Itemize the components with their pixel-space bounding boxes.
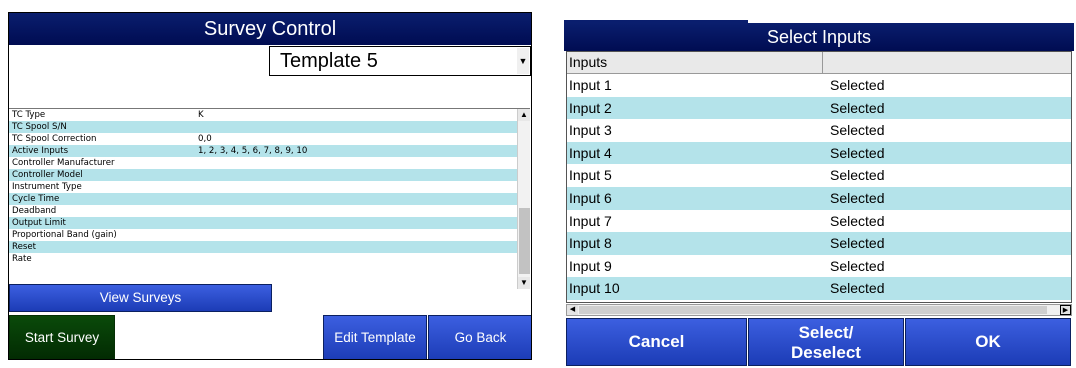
property-row[interactable]: Rate — [9, 253, 517, 265]
property-key: Deadband — [12, 206, 57, 216]
triangle-down-icon[interactable]: ▼ — [518, 277, 530, 289]
input-name: Input 2 — [569, 99, 612, 116]
properties-scrollbar[interactable]: ▲ ▼ — [517, 109, 530, 289]
table-row[interactable]: Input 4 Selected — [567, 141, 1071, 165]
table-row[interactable]: Input 2 Selected — [567, 96, 1071, 120]
table-row[interactable]: Input 6 Selected — [567, 186, 1071, 210]
input-status: Selected — [830, 280, 885, 297]
triangle-up-icon[interactable]: ▲ — [518, 109, 530, 121]
property-row[interactable]: TC Spool S/N — [9, 121, 517, 133]
input-name: Input 8 — [569, 235, 612, 252]
panel-title: Survey Control — [9, 13, 531, 45]
input-status: Selected — [830, 99, 885, 116]
table-row[interactable]: Input 8 Selected — [567, 232, 1071, 255]
input-name: Input 4 — [569, 144, 612, 161]
input-status: Selected — [830, 144, 885, 161]
cancel-button[interactable]: Cancel — [566, 318, 747, 366]
property-value: 1, 2, 3, 4, 5, 6, 7, 8, 9, 10 — [198, 146, 308, 156]
property-row[interactable]: Output Limit — [9, 217, 517, 229]
column-header-status[interactable] — [824, 52, 1071, 73]
input-status: Selected — [830, 167, 885, 184]
property-key: Rate — [12, 254, 32, 264]
chevron-down-icon[interactable]: ▼ — [517, 48, 529, 74]
input-status: Selected — [830, 212, 885, 229]
property-row[interactable]: Cycle Time — [9, 193, 517, 205]
input-name: Input 7 — [569, 212, 612, 229]
property-key: Controller Manufacturer — [12, 158, 115, 168]
triangle-left-icon[interactable]: ◀ — [567, 305, 578, 315]
table-row[interactable]: Input 1 Selected — [567, 74, 1071, 97]
property-value: K — [198, 110, 204, 120]
column-header-inputs[interactable]: Inputs — [567, 52, 823, 73]
input-name: Input 10 — [569, 280, 620, 297]
input-name: Input 5 — [569, 167, 612, 184]
property-key: TC Spool Correction — [12, 134, 97, 144]
inputs-rows: Input 1 Selected Input 2 Selected Input 3 S… — [567, 74, 1071, 300]
select-deselect-label-line1: Select/ — [798, 323, 854, 342]
property-key: TC Type — [12, 110, 46, 120]
property-value: 0,0 — [198, 134, 212, 144]
input-name: Input 9 — [569, 257, 612, 274]
property-key: Instrument Type — [12, 182, 82, 192]
horizontal-scrollbar[interactable]: ◀ ▶ — [566, 304, 1072, 316]
view-surveys-button[interactable]: View Surveys — [9, 284, 272, 312]
select-deselect-label-line2: Deselect — [791, 343, 861, 362]
table-row[interactable]: Input 10 Selected — [567, 277, 1071, 300]
property-row[interactable]: TC Type K — [9, 109, 517, 121]
input-status: Selected — [830, 122, 885, 139]
property-row[interactable]: Active Inputs 1, 2, 3, 4, 5, 6, 7, 8, 9, … — [9, 145, 517, 157]
inputs-table: Inputs Input 1 Selected Input 2 Selected I… — [566, 51, 1072, 303]
table-row[interactable]: Input 7 Selected — [567, 209, 1071, 233]
property-key: Reset — [12, 242, 37, 252]
property-row[interactable]: TC Spool Correction 0,0 — [9, 133, 517, 145]
start-survey-button[interactable]: Start Survey — [9, 315, 115, 359]
go-back-button[interactable]: Go Back — [428, 315, 531, 359]
property-row[interactable]: Instrument Type — [9, 181, 517, 193]
survey-control-panel: Survey Control Template 5 ▼ TC Type K TC … — [8, 12, 532, 360]
input-status: Selected — [830, 257, 885, 274]
property-key: TC Spool S/N — [12, 122, 67, 132]
properties-list: TC Type K TC Spool S/N TC Spool Correctio… — [9, 108, 530, 289]
scrollbar-thumb[interactable] — [579, 306, 1047, 314]
template-dropdown-value: Template 5 — [280, 50, 378, 72]
property-key: Active Inputs — [12, 146, 69, 156]
ok-button[interactable]: OK — [905, 318, 1071, 366]
property-key: Output Limit — [12, 218, 66, 228]
property-row[interactable]: Proportional Band (gain) — [9, 229, 517, 241]
input-status: Selected — [830, 235, 885, 252]
property-key: Controller Model — [12, 170, 83, 180]
input-status: Selected — [830, 189, 885, 206]
select-deselect-button[interactable]: Select/ Deselect — [748, 318, 904, 366]
property-row[interactable]: Controller Manufacturer — [9, 157, 517, 169]
property-row[interactable]: Reset — [9, 241, 517, 253]
table-header: Inputs — [567, 52, 1071, 74]
table-row[interactable]: Input 3 Selected — [567, 119, 1071, 142]
table-row[interactable]: Input 9 Selected — [567, 254, 1071, 278]
scrollbar-thumb[interactable] — [519, 208, 530, 274]
table-row[interactable]: Input 5 Selected — [567, 164, 1071, 187]
triangle-right-icon[interactable]: ▶ — [1060, 305, 1071, 315]
input-name: Input 3 — [569, 122, 612, 139]
template-dropdown[interactable]: Template 5 ▼ — [269, 46, 531, 76]
panel-title: Select Inputs — [564, 23, 1074, 51]
property-row[interactable]: Deadband — [9, 205, 517, 217]
input-status: Selected — [830, 77, 885, 93]
edit-template-button[interactable]: Edit Template — [323, 315, 427, 359]
property-key: Cycle Time — [12, 194, 60, 204]
property-row[interactable]: Controller Model — [9, 169, 517, 181]
select-inputs-panel: Select Inputs Inputs Input 1 Selected Inp… — [564, 20, 1074, 368]
input-name: Input 6 — [569, 189, 612, 206]
properties-rows: TC Type K TC Spool S/N TC Spool Correctio… — [9, 109, 517, 265]
input-name: Input 1 — [569, 77, 612, 93]
property-key: Proportional Band (gain) — [12, 230, 117, 240]
